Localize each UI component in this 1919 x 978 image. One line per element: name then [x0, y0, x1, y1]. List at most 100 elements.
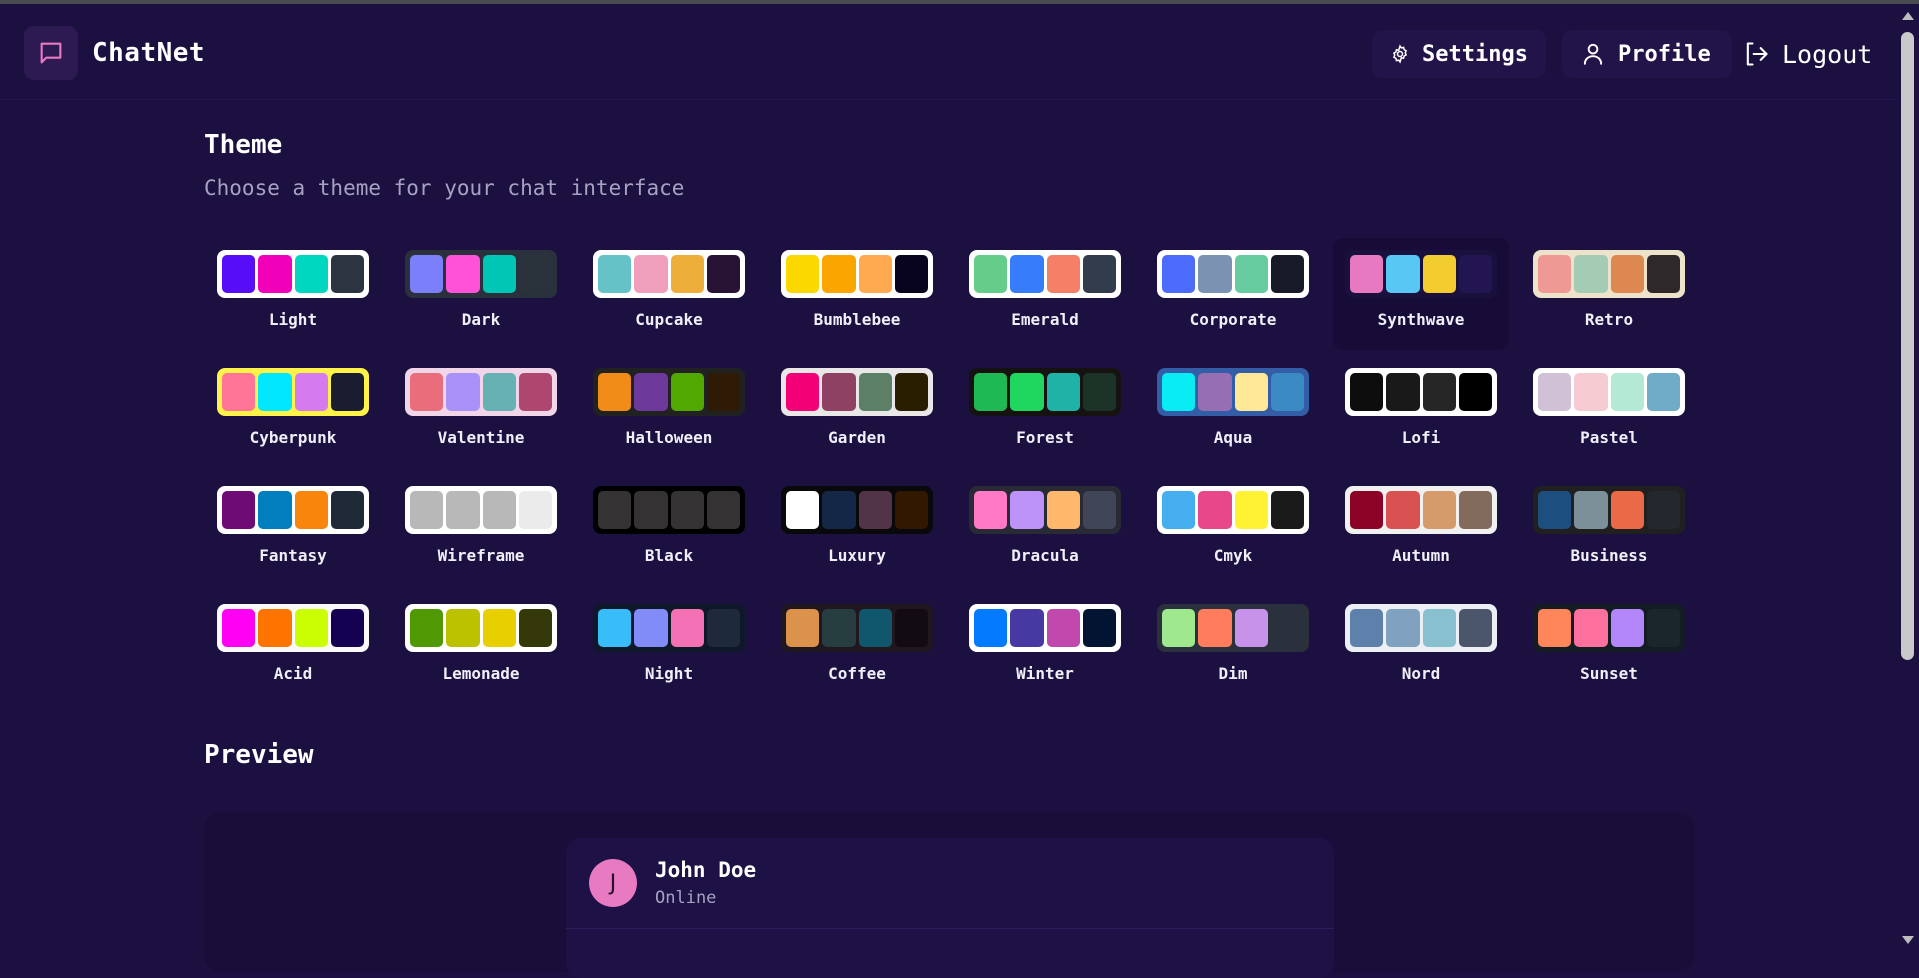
profile-label: Profile [1618, 41, 1711, 67]
scroll-down-arrow-icon[interactable] [1902, 936, 1914, 944]
color-chip [670, 491, 704, 529]
color-chip [1422, 373, 1456, 411]
theme-option-winter[interactable]: Winter [957, 592, 1133, 704]
theme-swatch [781, 604, 933, 652]
theme-option-aqua[interactable]: Aqua [1145, 356, 1321, 468]
logo[interactable] [24, 26, 78, 80]
theme-option-garden[interactable]: Garden [769, 356, 945, 468]
theme-swatch [1533, 250, 1685, 298]
contact-name: John Doe [655, 858, 757, 882]
brand-name[interactable]: ChatNet [92, 38, 205, 68]
scrollbar-thumb[interactable] [1901, 32, 1914, 660]
theme-option-forest[interactable]: Forest [957, 356, 1133, 468]
theme-option-corporate[interactable]: Corporate [1145, 238, 1321, 350]
theme-option-retro[interactable]: Retro [1521, 238, 1697, 350]
theme-name: Acid [273, 664, 313, 683]
theme-swatch [405, 250, 557, 298]
color-chip [446, 255, 480, 293]
settings-button[interactable]: Settings [1372, 30, 1546, 78]
theme-swatch [1345, 368, 1497, 416]
scroll-up-arrow-icon[interactable] [1902, 12, 1914, 20]
color-chip [706, 255, 740, 293]
theme-option-black[interactable]: Black [581, 474, 757, 586]
color-chip [1646, 373, 1680, 411]
theme-option-bumblebee[interactable]: Bumblebee [769, 238, 945, 350]
theme-option-cyberpunk[interactable]: Cyberpunk [205, 356, 381, 468]
theme-option-luxury[interactable]: Luxury [769, 474, 945, 586]
theme-name: Bumblebee [813, 310, 901, 329]
theme-swatch [781, 368, 933, 416]
color-chip [634, 373, 668, 411]
color-chip [330, 609, 364, 647]
color-chip [258, 373, 292, 411]
logout-button[interactable]: Logout [1730, 30, 1890, 78]
theme-swatch [405, 486, 557, 534]
chat-bubble-icon [40, 42, 62, 64]
theme-option-dim[interactable]: Dim [1145, 592, 1321, 704]
color-chip [222, 255, 256, 293]
color-chip [1458, 255, 1492, 293]
theme-option-lemonade[interactable]: Lemonade [393, 592, 569, 704]
theme-option-business[interactable]: Business [1521, 474, 1697, 586]
theme-option-acid[interactable]: Acid [205, 592, 381, 704]
theme-option-sunset[interactable]: Sunset [1521, 592, 1697, 704]
color-chip [446, 609, 480, 647]
theme-option-cmyk[interactable]: Cmyk [1145, 474, 1321, 586]
theme-option-nord[interactable]: Nord [1333, 592, 1509, 704]
theme-name: Retro [1584, 310, 1634, 329]
color-chip [974, 255, 1008, 293]
color-chip [1422, 255, 1456, 293]
theme-option-emerald[interactable]: Emerald [957, 238, 1133, 350]
theme-option-pastel[interactable]: Pastel [1521, 356, 1697, 468]
theme-option-coffee[interactable]: Coffee [769, 592, 945, 704]
theme-option-lofi[interactable]: Lofi [1333, 356, 1509, 468]
theme-option-light[interactable]: Light [205, 238, 381, 350]
theme-option-dracula[interactable]: Dracula [957, 474, 1133, 586]
theme-option-autumn[interactable]: Autumn [1333, 474, 1509, 586]
color-chip [482, 609, 516, 647]
theme-name: Black [644, 546, 694, 565]
color-chip [786, 491, 820, 529]
scrollbar[interactable] [1896, 4, 1919, 951]
theme-option-night[interactable]: Night [581, 592, 757, 704]
color-chip [670, 609, 704, 647]
color-chip [1046, 491, 1080, 529]
color-chip [858, 491, 892, 529]
color-chip [822, 491, 856, 529]
theme-swatch [405, 604, 557, 652]
color-chip [858, 609, 892, 647]
color-chip [1350, 373, 1384, 411]
theme-swatch [1157, 604, 1309, 652]
color-chip [1646, 609, 1680, 647]
color-chip [330, 373, 364, 411]
color-chip [518, 373, 552, 411]
theme-option-fantasy[interactable]: Fantasy [205, 474, 381, 586]
theme-option-cupcake[interactable]: Cupcake [581, 238, 757, 350]
color-chip [1046, 255, 1080, 293]
color-chip [1162, 609, 1196, 647]
theme-option-wireframe[interactable]: Wireframe [393, 474, 569, 586]
user-icon [1583, 43, 1603, 65]
color-chip [1574, 491, 1608, 529]
color-chip [410, 609, 444, 647]
color-chip [706, 609, 740, 647]
theme-swatch [969, 604, 1121, 652]
theme-name: Corporate [1189, 310, 1277, 329]
theme-option-valentine[interactable]: Valentine [393, 356, 569, 468]
chat-header-divider [566, 928, 1334, 929]
color-chip [1270, 255, 1304, 293]
theme-swatch [1533, 368, 1685, 416]
theme-option-halloween[interactable]: Halloween [581, 356, 757, 468]
color-chip [858, 255, 892, 293]
theme-swatch [781, 486, 933, 534]
theme-name: Business [1570, 546, 1648, 565]
theme-option-synthwave[interactable]: Synthwave [1333, 238, 1509, 350]
profile-button[interactable]: Profile [1562, 30, 1732, 78]
color-chip [258, 255, 292, 293]
color-chip [786, 373, 820, 411]
theme-option-dark[interactable]: Dark [393, 238, 569, 350]
color-chip [1010, 609, 1044, 647]
color-chip [1270, 491, 1304, 529]
color-chip [894, 609, 928, 647]
color-chip [1082, 491, 1116, 529]
